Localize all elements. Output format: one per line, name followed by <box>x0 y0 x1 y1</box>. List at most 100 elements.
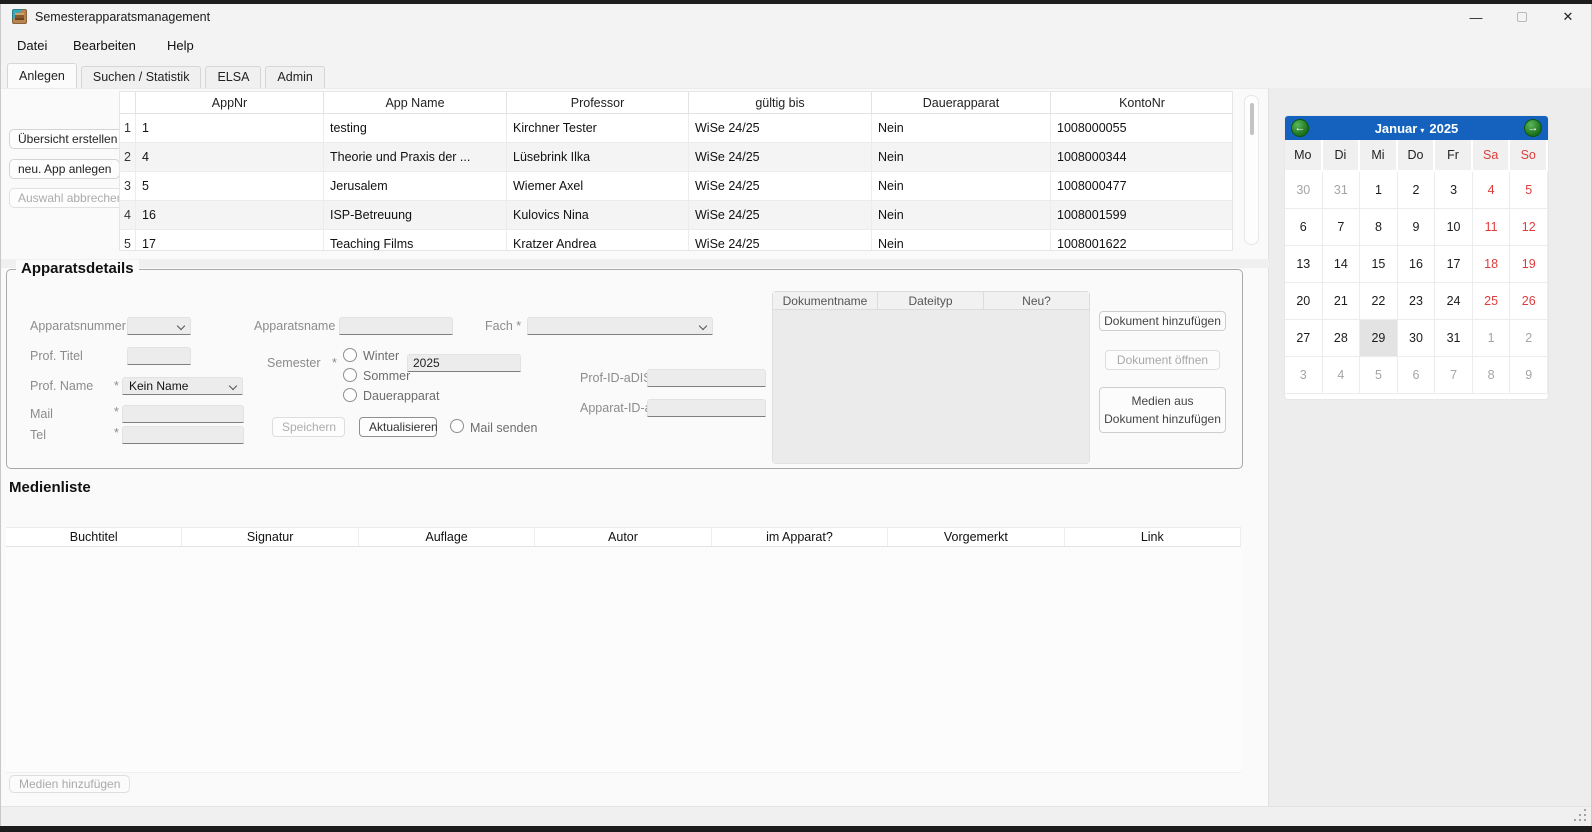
apparatsname-input[interactable] <box>339 317 453 335</box>
mail-input[interactable] <box>122 405 244 423</box>
calendar-day[interactable]: 22 <box>1360 283 1398 320</box>
calendar-day[interactable]: 17 <box>1435 246 1473 283</box>
calendar-day[interactable]: 11 <box>1473 209 1511 246</box>
calendar-day[interactable]: 4 <box>1473 172 1511 209</box>
calendar-day[interactable]: 18 <box>1473 246 1511 283</box>
header-autor[interactable]: Autor <box>535 528 711 546</box>
calendar-day[interactable]: 3 <box>1285 357 1323 394</box>
neu-app-anlegen-button[interactable]: neu. App anlegen <box>9 159 120 179</box>
table-row[interactable]: 4 16 ISP-Betreuung Kulovics Nina WiSe 24… <box>120 201 1232 230</box>
semester-jahr-input[interactable] <box>407 354 521 372</box>
calendar-day[interactable]: 31 <box>1323 172 1361 209</box>
calendar-day[interactable]: 4 <box>1323 357 1361 394</box>
tab-elsa[interactable]: ELSA <box>205 66 261 88</box>
calendar-day[interactable]: 31 <box>1435 320 1473 357</box>
header-dateityp[interactable]: Dateityp <box>878 291 984 310</box>
scrollbar-thumb[interactable] <box>1250 103 1254 135</box>
close-button[interactable]: ✕ <box>1545 4 1591 30</box>
calendar-day[interactable]: 2 <box>1510 320 1548 357</box>
calendar-day[interactable]: 6 <box>1285 209 1323 246</box>
calendar-day[interactable]: 9 <box>1398 209 1436 246</box>
dauerapparat-radio[interactable] <box>343 388 357 402</box>
apparatsnummer-combobox[interactable] <box>127 317 191 335</box>
calendar-title[interactable]: Januar▾ 2025 <box>1285 116 1548 140</box>
calendar-day[interactable]: 12 <box>1510 209 1548 246</box>
calendar-day[interactable]: 7 <box>1323 209 1361 246</box>
calendar-day[interactable]: 30 <box>1285 172 1323 209</box>
calendar-day[interactable]: 19 <box>1510 246 1548 283</box>
header-buchtitel[interactable]: Buchtitel <box>6 528 182 546</box>
calendar-day[interactable]: 25 <box>1473 283 1511 320</box>
tel-input[interactable] <box>122 426 244 444</box>
minimize-button[interactable]: — <box>1453 4 1499 30</box>
aktualisieren-button[interactable]: Aktualisieren <box>359 417 437 437</box>
header-appnr[interactable]: AppNr <box>136 92 324 114</box>
calendar-day[interactable]: 14 <box>1323 246 1361 283</box>
calendar-day[interactable]: 20 <box>1285 283 1323 320</box>
header-vorgemerkt[interactable]: Vorgemerkt <box>888 528 1064 546</box>
header-im-apparat[interactable]: im Apparat? <box>712 528 888 546</box>
speichern-button[interactable]: Speichern <box>272 417 345 437</box>
calendar-day[interactable]: 5 <box>1360 357 1398 394</box>
prof-titel-input[interactable] <box>127 347 191 365</box>
uebersicht-erstellen-button[interactable]: Übersicht erstellen <box>9 129 126 149</box>
calendar-day[interactable]: 9 <box>1510 357 1548 394</box>
calendar-day[interactable]: 24 <box>1435 283 1473 320</box>
winter-radio[interactable] <box>343 348 357 362</box>
calendar-day-selected[interactable]: 29 <box>1360 320 1398 357</box>
calendar-day[interactable]: 5 <box>1510 172 1548 209</box>
header-link[interactable]: Link <box>1065 528 1241 546</box>
calendar-day[interactable]: 3 <box>1435 172 1473 209</box>
tab-suchen-statistik[interactable]: Suchen / Statistik <box>81 66 202 88</box>
calendar-day[interactable]: 1 <box>1473 320 1511 357</box>
calendar-day[interactable]: 1 <box>1360 172 1398 209</box>
header-auflage[interactable]: Auflage <box>359 528 535 546</box>
maximize-button[interactable] <box>1499 4 1545 30</box>
table-row[interactable]: 3 5 Jerusalem Wiemer Axel WiSe 24/25 Nei… <box>120 172 1232 201</box>
calendar-day[interactable]: 16 <box>1398 246 1436 283</box>
table-row[interactable]: 5 17 Teaching Films Kratzer Andrea WiSe … <box>120 230 1232 251</box>
header-dauerapparat[interactable]: Dauerapparat <box>872 92 1051 114</box>
calendar-day[interactable]: 28 <box>1323 320 1361 357</box>
calendar-day[interactable]: 21 <box>1323 283 1361 320</box>
calendar-day[interactable]: 15 <box>1360 246 1398 283</box>
tab-anlegen[interactable]: Anlegen <box>7 63 77 88</box>
calendar-day[interactable]: 26 <box>1510 283 1548 320</box>
calendar-day[interactable]: 2 <box>1398 172 1436 209</box>
tab-admin[interactable]: Admin <box>265 66 324 88</box>
prof-id-adis-input[interactable] <box>647 369 766 387</box>
calendar-day[interactable]: 10 <box>1435 209 1473 246</box>
medien-aus-dokument-button[interactable]: Medien aus Dokument hinzufügen <box>1099 387 1226 433</box>
medien-hinzufuegen-button[interactable]: Medien hinzufügen <box>9 775 130 793</box>
header-gueltig-bis[interactable]: gültig bis <box>689 92 872 114</box>
header-dokumentname[interactable]: Dokumentname <box>772 291 878 310</box>
header-appname[interactable]: App Name <box>324 92 507 114</box>
sommer-radio[interactable] <box>343 368 357 382</box>
calendar-day[interactable]: 6 <box>1398 357 1436 394</box>
header-signatur[interactable]: Signatur <box>182 528 358 546</box>
calendar-day[interactable]: 23 <box>1398 283 1436 320</box>
menu-bearbeiten[interactable]: Bearbeiten <box>73 30 136 62</box>
calendar-day[interactable]: 30 <box>1398 320 1436 357</box>
dokument-hinzufuegen-button[interactable]: Dokument hinzufügen <box>1099 311 1226 331</box>
auswahl-abbrechen-button[interactable]: Auswahl abbrechen <box>9 188 132 208</box>
table-row[interactable]: 1 1 testing Kirchner Tester WiSe 24/25 N… <box>120 114 1232 143</box>
calendar-day[interactable]: 7 <box>1435 357 1473 394</box>
table-vertical-scrollbar[interactable] <box>1244 95 1259 245</box>
calendar-next-button[interactable]: → <box>1524 119 1542 137</box>
fach-combobox[interactable] <box>527 317 713 335</box>
calendar-day[interactable]: 8 <box>1360 209 1398 246</box>
calendar-day[interactable]: 8 <box>1473 357 1511 394</box>
menu-datei[interactable]: Datei <box>17 30 47 62</box>
mail-senden-checkbox[interactable] <box>450 419 464 433</box>
header-neu[interactable]: Neu? <box>984 291 1090 310</box>
menu-help[interactable]: Help <box>167 30 194 62</box>
header-professor[interactable]: Professor <box>507 92 689 114</box>
table-row[interactable]: 2 4 Theorie und Praxis der ... Lüsebrink… <box>120 143 1232 172</box>
apparat-id-adis-input[interactable] <box>647 399 766 417</box>
header-kontonr[interactable]: KontoNr <box>1051 92 1233 114</box>
resize-grip-icon[interactable] <box>1584 819 1586 821</box>
prof-name-combobox[interactable]: Kein Name <box>122 377 243 395</box>
dokument-oeffnen-button[interactable]: Dokument öffnen <box>1105 350 1220 370</box>
calendar-day[interactable]: 13 <box>1285 246 1323 283</box>
